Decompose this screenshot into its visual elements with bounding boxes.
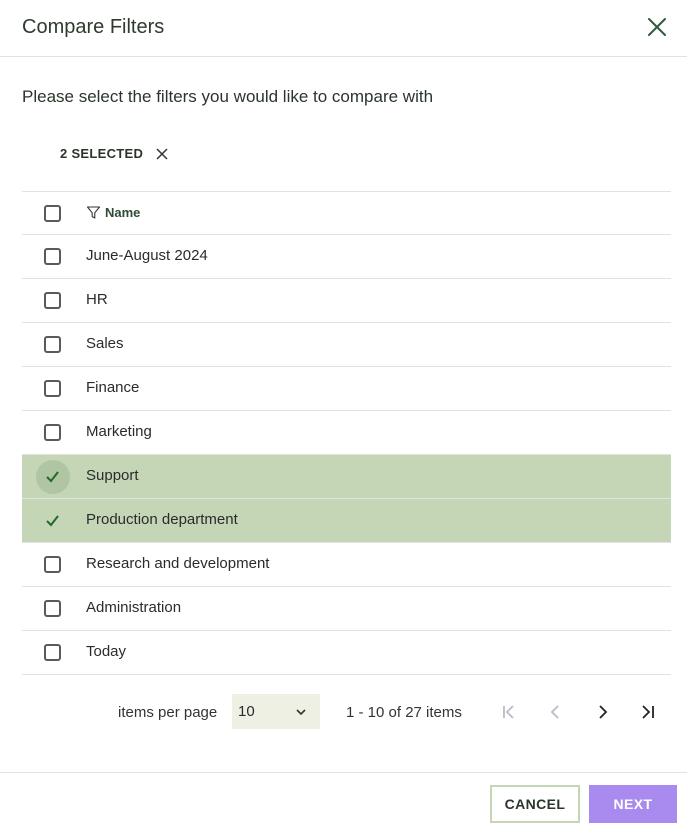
filter-name: HR: [86, 291, 108, 308]
table-row[interactable]: June-August 2024: [22, 235, 671, 279]
selected-count: 2 SELECTED: [60, 146, 144, 161]
filters-table: Name June-August 2024 HR Sales Finance Marke…: [22, 191, 671, 675]
row-checkbox[interactable]: [44, 292, 61, 309]
table-row[interactable]: HR: [22, 279, 671, 323]
filter-name: Today: [86, 643, 127, 660]
pagination: items per page 10 1 - 10 of 27 items: [0, 694, 687, 730]
row-checkbox[interactable]: [44, 336, 61, 353]
items-per-page-value: 10: [238, 703, 255, 720]
items-per-page-label: items per page: [118, 704, 218, 721]
row-checkbox[interactable]: [44, 424, 61, 441]
row-checkbox[interactable]: [44, 512, 61, 529]
next-button[interactable]: NEXT: [589, 785, 677, 823]
filter-name: Finance: [86, 379, 140, 396]
checkmark-icon: [46, 471, 59, 483]
filter-icon: [86, 206, 101, 219]
row-checkbox[interactable]: [44, 380, 61, 397]
column-name-label: Name: [105, 205, 141, 220]
first-page-icon[interactable]: [499, 702, 519, 722]
table-row[interactable]: Support: [22, 455, 671, 499]
dialog-title: Compare Filters: [22, 16, 165, 38]
dialog-header: Compare Filters: [0, 0, 687, 57]
table-row[interactable]: Finance: [22, 367, 671, 411]
filter-name: Support: [86, 467, 139, 484]
select-all-checkbox[interactable]: [44, 205, 61, 222]
dialog-prompt: Please select the filters you would like…: [22, 87, 434, 106]
filter-name: Research and development: [86, 555, 270, 572]
row-checkbox[interactable]: [44, 556, 61, 573]
table-row[interactable]: Administration: [22, 587, 671, 631]
pagination-range: 1 - 10 of 27 items: [346, 704, 462, 721]
table-row[interactable]: Research and development: [22, 543, 671, 587]
row-checkbox[interactable]: [44, 468, 61, 485]
selection-summary: 2 SELECTED: [60, 146, 169, 161]
close-icon[interactable]: [645, 15, 669, 39]
last-page-icon[interactable]: [638, 702, 658, 722]
previous-page-icon[interactable]: [546, 702, 566, 722]
cancel-button[interactable]: CANCEL: [490, 785, 580, 823]
dialog-footer: CANCEL NEXT: [0, 772, 687, 836]
column-header-name[interactable]: Name: [86, 205, 140, 220]
filter-name: Marketing: [86, 423, 152, 440]
table-row[interactable]: Production department: [22, 499, 671, 543]
row-checkbox[interactable]: [44, 644, 61, 661]
items-per-page-select[interactable]: 10: [232, 694, 320, 729]
filter-name: Sales: [86, 335, 124, 352]
table-row[interactable]: Sales: [22, 323, 671, 367]
next-page-icon[interactable]: [592, 702, 612, 722]
row-checkbox[interactable]: [44, 248, 61, 265]
table-header-row: Name: [22, 192, 671, 235]
table-row[interactable]: Marketing: [22, 411, 671, 455]
filter-name: Production department: [86, 511, 238, 528]
filter-name: June-August 2024: [86, 247, 208, 264]
chevron-down-icon: [296, 709, 306, 716]
checkmark-icon: [46, 515, 59, 527]
table-row[interactable]: Today: [22, 631, 671, 675]
clear-selection-icon[interactable]: [155, 147, 169, 161]
row-checkbox[interactable]: [44, 600, 61, 617]
filter-name: Administration: [86, 599, 182, 616]
